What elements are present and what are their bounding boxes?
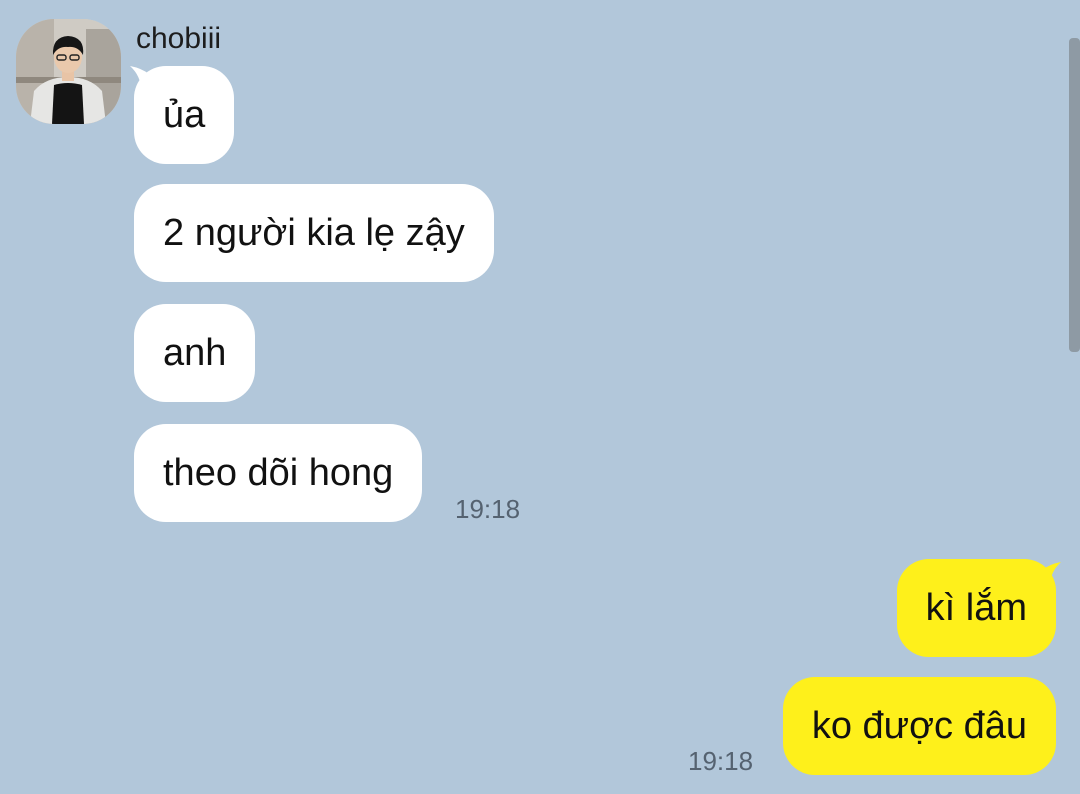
profile-photo <box>16 19 121 124</box>
message-timestamp: 19:18 <box>688 746 754 776</box>
message-timestamp: 19:18 <box>455 494 521 524</box>
message-bubble-incoming[interactable]: theo dõi hong <box>134 424 423 522</box>
scrollbar[interactable] <box>1069 38 1080 352</box>
message-bubble-incoming[interactable]: ủa <box>134 66 235 164</box>
sender-name: chobiii <box>136 22 222 55</box>
avatar[interactable] <box>16 19 121 124</box>
message-bubble-incoming[interactable]: anh <box>134 304 256 402</box>
message-bubble-outgoing[interactable]: kì lắm <box>896 559 1056 657</box>
message-bubble-outgoing[interactable]: ko được đâu <box>782 677 1056 775</box>
message-bubble-incoming[interactable]: 2 người kia lẹ zậy <box>134 184 494 282</box>
